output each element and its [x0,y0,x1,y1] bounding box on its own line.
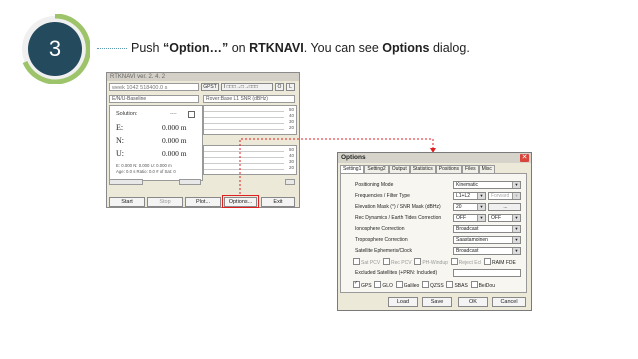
options-dialog: Options ✕ Setting1 Setting2 Output Statisti… [337,152,532,311]
qzss-checkbox[interactable]: QZSS [422,281,444,289]
glo-checkbox[interactable]: GLO [374,281,393,289]
constellation-flags: GPS GLO Galileo QZSS SBAS BeiDou [353,280,495,289]
options-title: Options [338,153,531,163]
ionosphere-select[interactable]: Broadcast ▼ [453,225,521,233]
troposphere-label: Troposphere Correction [355,237,408,243]
chevron-down-icon: ▼ [512,193,520,199]
tab-statistics[interactable]: Statistics [409,165,436,173]
tab-setting1[interactable]: Setting1 [340,165,365,173]
tab-output[interactable]: Output [388,165,410,173]
snr-mask-button[interactable]: ... [488,203,521,211]
sat-pcv-checkbox[interactable]: Sat PCV [353,258,380,266]
save-button[interactable]: Save [422,297,452,307]
ph-windup-checkbox[interactable]: PH-Windup [414,258,448,266]
tab-files[interactable]: Files [462,165,479,173]
tab-setting2[interactable]: Setting2 [364,165,389,173]
rec-dynamics-label: Rec Dynamics / Earth Tides Correction [355,215,442,221]
chevron-down-icon: ▼ [477,193,485,199]
close-icon[interactable]: ✕ [520,154,529,162]
positioning-mode-select[interactable]: Kinematic ▼ [453,181,521,189]
troposphere-select[interactable]: Saastamoinen ▼ [453,236,521,244]
ephemeris-label: Satellite Ephemeris/Clock [355,248,412,254]
ok-button[interactable]: OK [458,297,488,307]
options-tabs: Setting1 Setting2 Output Statistics Position… [340,165,495,173]
correction-flags: Sat PCV Rec PCV PH-Windup Reject Ecl RAI… [353,258,516,266]
setting1-panel: Positioning Mode Kinematic ▼ Frequencies … [340,173,527,293]
rec-dynamics-select[interactable]: OFF ▼ [453,214,486,222]
elevation-mask-select[interactable]: 20 ▼ [453,203,486,211]
chevron-down-icon: ▼ [512,237,520,243]
ionosphere-label: Ionosphere Correction [355,226,405,232]
filter-type-select[interactable]: Forward ▼ [488,192,521,200]
chevron-down-icon: ▼ [477,204,485,210]
sbas-checkbox[interactable]: SBAS [446,281,468,289]
elevation-mask-label: Elevation Mask (°) / SNR Mask (dBHz) [355,204,441,210]
excluded-satellites-label: Excluded Satellites (+PRN: Included) [355,270,438,276]
tab-positions[interactable]: Positions [435,165,463,173]
rec-pcv-checkbox[interactable]: Rec PCV [382,258,412,266]
frequencies-label: Frequencies / Filter Type [355,193,410,199]
ephemeris-select[interactable]: Broadcast ▼ [453,247,521,255]
reject-ecl-checkbox[interactable]: Reject Ecl [450,258,481,266]
chevron-down-icon: ▼ [512,215,520,221]
chevron-down-icon: ▼ [512,182,520,188]
dashed-arrow [239,138,436,194]
earth-tides-select[interactable]: OFF ▼ [488,214,521,222]
galileo-checkbox[interactable]: Galileo [395,281,419,289]
raim-fde-checkbox[interactable]: RAIM FDE [483,258,516,266]
positioning-mode-label: Positioning Mode [355,182,394,188]
excluded-satellites-input[interactable] [453,269,521,277]
cancel-button[interactable]: Cancel [492,297,526,307]
frequencies-select[interactable]: L1+L2 ▼ [453,192,486,200]
chevron-down-icon: ▼ [512,248,520,254]
tab-misc[interactable]: Misc [478,165,495,173]
load-button[interactable]: Load [388,297,418,307]
chevron-down-icon: ▼ [512,226,520,232]
chevron-down-icon: ▼ [477,215,485,221]
gps-checkbox[interactable]: GPS [353,280,372,289]
beidou-checkbox[interactable]: BeiDou [470,281,495,289]
